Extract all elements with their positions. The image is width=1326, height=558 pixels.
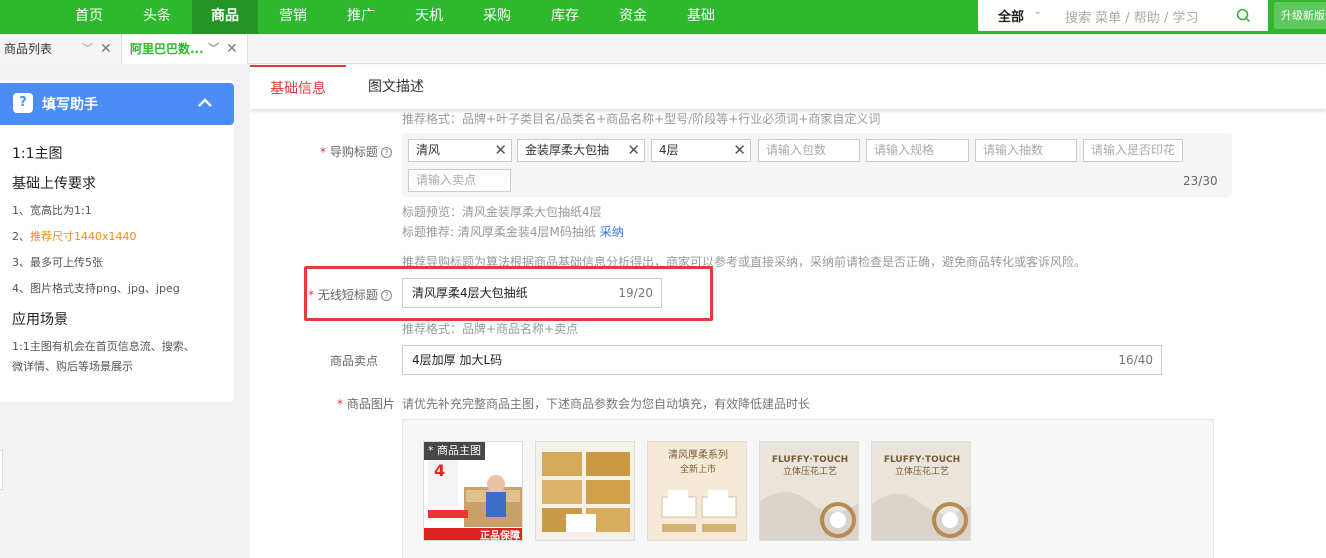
- page-tab-bar: 商品列表 ﹀ ✕ 阿里巴巴数... ﹀ ✕: [0, 34, 1326, 64]
- title-chip-brand[interactable]: 清风 ✕: [408, 139, 512, 162]
- thumb4-sub: 立体压花工艺: [783, 465, 837, 477]
- image-gallery: * 商品主图 4 正品保障 清风厚柔系列 全新上市 FLUFFY·TOUCH 立…: [402, 419, 1214, 558]
- nav-item-tianji[interactable]: 天机: [396, 0, 462, 34]
- nav-item-purchase[interactable]: 采购: [464, 0, 530, 34]
- helper-header[interactable]: ? 填写助手: [0, 83, 234, 125]
- title-chip-product[interactable]: 金装厚柔大包抽 ✕: [517, 139, 645, 162]
- product-image: FLUFFY·TOUCH 立体压花工艺: [872, 442, 970, 540]
- close-icon[interactable]: ✕: [494, 140, 507, 161]
- tab-label: 商品列表: [4, 42, 53, 56]
- main-image-badge: * 商品主图: [424, 442, 485, 460]
- nav-item-funds[interactable]: 资金: [600, 0, 666, 34]
- nav-item-products[interactable]: 商品: [192, 0, 258, 34]
- selling-point-input[interactable]: 4层加厚 加大L码 16/40: [402, 345, 1162, 375]
- highlight-annotation-box: [304, 266, 713, 321]
- title-recommend: 标题推荐: 清风厚柔金装4层M码抽纸 采纳: [402, 225, 624, 239]
- helper-section-main-image: 1:1主图: [12, 146, 63, 162]
- tab-product-list[interactable]: 商品列表 ﹀ ✕: [0, 34, 122, 64]
- question-icon: ?: [13, 93, 33, 113]
- title-input-print[interactable]: 请输入是否印花: [1083, 139, 1183, 162]
- guide-title-label: * 导购标题?: [320, 143, 392, 160]
- title-input-sheets[interactable]: 请输入抽数: [975, 139, 1077, 162]
- fill-helper-panel: ? 填写助手 1:1主图 基础上传要求 1、宽高比为1:1 2、推荐尺寸1440…: [0, 80, 234, 402]
- close-icon[interactable]: ✕: [627, 140, 640, 161]
- nav-item-marketing[interactable]: 营销: [260, 0, 326, 34]
- thumb3-title: 清风厚柔系列: [668, 448, 728, 461]
- search-icon[interactable]: [1236, 8, 1251, 23]
- chevron-down-icon[interactable]: ﹀: [208, 34, 219, 64]
- helper-req-count: 3、最多可上传5张: [12, 256, 103, 269]
- image-thumb-5[interactable]: FLUFFY·TOUCH 立体压花工艺: [871, 441, 971, 541]
- tab-basic-info[interactable]: 基础信息: [250, 65, 346, 109]
- title-format-hint: 推荐格式：品牌+叶子类目名/品类名+商品名称+型号/阶段等+行业必须词+商家自定…: [402, 112, 881, 126]
- title-preview: 标题预览：清风金装厚柔大包抽纸4层: [402, 205, 602, 219]
- selling-point-counter: 16/40: [1118, 353, 1153, 367]
- short-title-format-hint: 推荐格式：品牌+商品名称+卖点: [402, 322, 579, 336]
- thumb5-sub: 立体压花工艺: [895, 465, 949, 477]
- help-circle-icon[interactable]: ?: [380, 147, 392, 158]
- thumb1-big-text: 4: [434, 461, 445, 480]
- search-scope-select[interactable]: 全部: [998, 6, 1024, 25]
- thumb4-title: FLUFFY·TOUCH: [772, 455, 848, 465]
- nav-item-home[interactable]: 首页: [56, 0, 122, 34]
- close-icon[interactable]: ✕: [226, 34, 238, 64]
- close-icon[interactable]: ✕: [100, 34, 112, 64]
- selling-point-label: 商品卖点: [330, 354, 379, 368]
- helper-scene-line: 微详情、购后等场景展示: [12, 360, 133, 373]
- chevron-down-icon: ⌄: [1034, 7, 1042, 17]
- tab-alibaba-data[interactable]: 阿里巴巴数... ﹀ ✕: [122, 34, 248, 64]
- helper-scene-line: 1:1主图有机会在首页信息流、搜索、: [12, 340, 195, 353]
- search-input[interactable]: 搜索 菜单 / 帮助 / 学习: [1065, 7, 1198, 26]
- image-thumb-4[interactable]: FLUFFY·TOUCH 立体压花工艺: [759, 441, 859, 541]
- helper-req-format: 4、图片格式支持png、jpg、jpeg: [12, 282, 180, 295]
- image-thumb-2[interactable]: [535, 441, 635, 541]
- chevron-up-icon[interactable]: [196, 94, 214, 112]
- product-image: 清风厚柔系列 全新上市: [648, 442, 746, 540]
- thumb1-small-text: 正品保障: [480, 529, 520, 541]
- helper-section-scenes: 应用场景: [12, 312, 68, 328]
- chevron-down-icon[interactable]: ﹀: [82, 34, 93, 64]
- helper-req-ratio: 1、宽高比为1:1: [12, 204, 92, 217]
- nav-item-promotion[interactable]: 推广: [328, 0, 394, 34]
- req-size-highlight: 推荐尺寸1440x1440: [30, 230, 137, 243]
- helper-section-upload-req: 基础上传要求: [12, 176, 96, 192]
- helper-title: 填写助手: [42, 97, 98, 113]
- req-prefix: 2、: [12, 230, 30, 243]
- title-input-packs[interactable]: 请输入包数: [758, 139, 860, 162]
- side-drawer-handle[interactable]: [0, 450, 3, 490]
- image-thumb-main[interactable]: * 商品主图 4 正品保障: [423, 441, 523, 541]
- product-image: FLUFFY·TOUCH 立体压花工艺: [760, 442, 858, 540]
- adopt-link[interactable]: 采纳: [600, 225, 624, 239]
- nav-item-inventory[interactable]: 库存: [532, 0, 598, 34]
- close-icon[interactable]: ✕: [733, 140, 746, 161]
- title-char-counter: 23/30: [1183, 174, 1218, 188]
- product-image-hint: 请优先补充完整商品主图，下述商品参数会为您自动填充，有效降低建品时长: [402, 397, 811, 411]
- form-tab-bar: 基础信息 图文描述: [250, 65, 1326, 109]
- product-image: [536, 442, 634, 540]
- nav-item-basic[interactable]: 基础: [668, 0, 734, 34]
- nav-item-headlines[interactable]: 头条: [124, 0, 190, 34]
- title-input-spec[interactable]: 请输入规格: [866, 139, 969, 162]
- tab-graphic-desc[interactable]: 图文描述: [368, 65, 424, 109]
- title-chip-layers[interactable]: 4层 ✕: [651, 139, 751, 162]
- thumb5-title: FLUFFY·TOUCH: [884, 455, 960, 465]
- image-thumb-3[interactable]: 清风厚柔系列 全新上市: [647, 441, 747, 541]
- helper-req-size: 2、推荐尺寸1440x1440: [12, 228, 137, 244]
- product-image-label: * 商品图片: [337, 397, 395, 411]
- thumb3-sub: 全新上市: [680, 463, 716, 475]
- top-nav-bar: 首页 头条 商品 营销 推广 天机 采购 库存 资金 基础 全部 ⌄ 搜索 菜单…: [0, 0, 1326, 34]
- upgrade-button[interactable]: 升级新版: [1274, 2, 1326, 29]
- tab-label: 阿里巴巴数...: [130, 42, 204, 56]
- title-input-selling-point[interactable]: 请输入卖点: [408, 169, 511, 192]
